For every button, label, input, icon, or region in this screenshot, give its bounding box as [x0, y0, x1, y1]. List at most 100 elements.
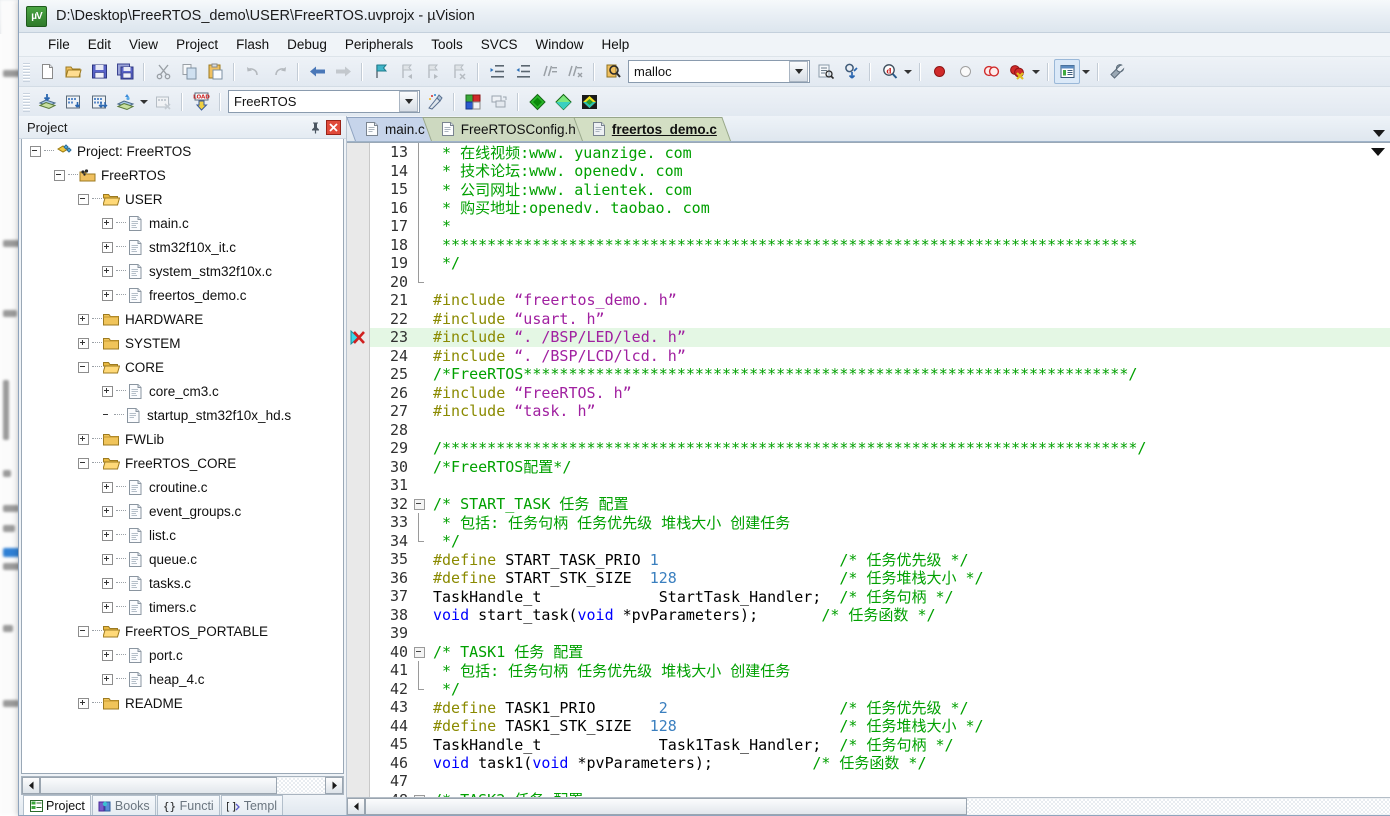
toolbar-grip[interactable] — [23, 91, 30, 112]
download-icon[interactable]: LOAD — [188, 89, 214, 114]
tree-item-system-stm32f10x-c[interactable]: system_stm32f10x.c — [22, 259, 343, 283]
breakpoint-disable-icon[interactable] — [952, 59, 978, 84]
tree-item-event-groups-c[interactable]: event_groups.c — [22, 499, 343, 523]
code-text[interactable]: * 包括: 任务句柄 任务优先级 堆栈大小 创建任务 — [429, 512, 1390, 533]
target-select-value[interactable]: FreeRTOS — [229, 94, 398, 109]
collapse-minus-icon[interactable] — [78, 361, 89, 373]
code-line[interactable]: 42 */ — [370, 679, 1390, 699]
indent-left-icon[interactable] — [510, 59, 536, 84]
tree-item-queue-c[interactable]: queue.c — [22, 547, 343, 571]
code-line[interactable]: 20 — [370, 272, 1390, 292]
paste-icon[interactable] — [202, 59, 228, 84]
code-line[interactable]: 15 * 公司网址:www. alientek. com — [370, 180, 1390, 199]
code-text[interactable]: #include “usart. h” — [429, 310, 1390, 328]
code-line[interactable]: 40/* TASK1 任务 配置 — [370, 643, 1390, 662]
search-input[interactable]: malloc — [629, 64, 788, 79]
code-line[interactable]: 17 * — [370, 217, 1390, 236]
target-options-icon[interactable] — [422, 89, 448, 114]
code-text[interactable]: void start_task(void *pvParameters); /* … — [429, 604, 1390, 625]
window-layout-icon[interactable] — [1054, 59, 1080, 84]
collapse-minus-icon[interactable] — [54, 169, 65, 181]
code-line[interactable]: 33 * 包括: 任务句柄 任务优先级 堆栈大小 创建任务 — [370, 513, 1390, 532]
code-line[interactable]: 14 * 技术论坛:www. openedv. com — [370, 161, 1390, 180]
tree-item-freertos-core[interactable]: FreeRTOS_CORE — [22, 451, 343, 475]
uncomment-icon[interactable] — [562, 59, 588, 84]
code-text[interactable]: #include “. /BSP/LCD/lcd. h” — [429, 347, 1390, 365]
code-text[interactable]: /*FreeRTOS******************************… — [429, 365, 1390, 383]
code-text[interactable]: * 购买地址:openedv. taobao. com — [429, 197, 1390, 218]
tree-item-system[interactable]: SYSTEM — [22, 331, 343, 355]
menu-tools[interactable]: Tools — [422, 35, 472, 54]
hscroll-left-button[interactable] — [22, 777, 40, 794]
menu-view[interactable]: View — [120, 35, 167, 54]
editor-tabs-overflow-arrow[interactable] — [1373, 130, 1385, 137]
code-hscroll-thumb[interactable] — [365, 798, 967, 815]
fold-collapse-icon[interactable] — [412, 495, 429, 514]
expand-plus-icon[interactable] — [78, 337, 89, 349]
editor-tab-freertos-demo-c[interactable]: freertos_demo.c — [573, 117, 731, 141]
code-hscroll-track[interactable] — [967, 799, 1390, 814]
multi-project-icon[interactable] — [486, 89, 512, 114]
menu-window[interactable]: Window — [526, 35, 592, 54]
incremental-find-icon[interactable] — [812, 59, 838, 84]
code-line[interactable]: 34 */ — [370, 531, 1390, 551]
expand-plus-icon[interactable] — [102, 385, 113, 397]
project-tree-hscrollbar[interactable] — [21, 776, 344, 795]
close-icon[interactable] — [324, 118, 342, 136]
configure-icon[interactable] — [1104, 59, 1130, 84]
tree-item-user[interactable]: USER — [22, 187, 343, 211]
build-icon[interactable] — [60, 89, 86, 114]
code-line[interactable]: 29 /*************************************… — [370, 439, 1390, 458]
code-text[interactable]: void task1(void *pvParameters); /* 任务函数 … — [429, 752, 1390, 773]
batch-build-icon[interactable] — [112, 89, 138, 114]
code-line[interactable]: 18 *************************************… — [370, 235, 1390, 254]
project-tree[interactable]: Project: FreeRTOS FreeRTOS USER main.c stm32… — [21, 139, 344, 774]
indent-right-icon[interactable] — [484, 59, 510, 84]
expand-plus-icon[interactable] — [102, 217, 113, 229]
expand-plus-icon[interactable] — [102, 241, 113, 253]
copy-icon[interactable] — [176, 59, 202, 84]
code-line[interactable]: 16 * 购买地址:openedv. taobao. com — [370, 197, 1390, 218]
code-text[interactable]: /* TASK2 任务 配置 — [429, 789, 1390, 797]
breakpoint-kill-all-icon[interactable] — [978, 59, 1004, 84]
code-text[interactable]: #include “task. h” — [429, 402, 1390, 420]
menu-debug[interactable]: Debug — [278, 35, 336, 54]
collapse-minus-icon[interactable] — [30, 145, 41, 157]
bookmark-toggle-icon[interactable] — [368, 59, 394, 84]
find-in-files-icon[interactable] — [600, 59, 626, 84]
hscroll-thumb[interactable] — [40, 777, 277, 794]
hscroll-right-button[interactable] — [325, 777, 343, 794]
expand-plus-icon[interactable] — [78, 697, 89, 709]
code-line[interactable]: 26 #include “FreeRTOS. h” — [370, 384, 1390, 403]
target-combo[interactable]: FreeRTOS — [228, 90, 420, 113]
find-icon[interactable] — [838, 59, 864, 84]
bookmark-next-icon[interactable] — [420, 59, 446, 84]
bookmark-clear-icon[interactable] — [446, 59, 472, 84]
navigate-back-icon[interactable] — [304, 59, 330, 84]
code-line[interactable]: 46 void task1(void *pvParameters); /* 任务函… — [370, 754, 1390, 773]
menu-flash[interactable]: Flash — [227, 35, 278, 54]
code-text[interactable]: /***************************************… — [429, 439, 1390, 457]
debug-magnifier-icon[interactable]: d — [876, 59, 902, 84]
window-layout-dropdown-arrow[interactable] — [1080, 60, 1092, 83]
collapse-minus-icon[interactable] — [78, 625, 89, 637]
expand-plus-icon[interactable] — [102, 601, 113, 613]
expand-plus-icon[interactable] — [102, 505, 113, 517]
code-text[interactable]: */ — [429, 532, 1390, 550]
collapse-minus-icon[interactable] — [78, 457, 89, 469]
batch-build-dropdown-arrow[interactable] — [138, 90, 150, 113]
fold-collapse-icon[interactable] — [412, 643, 429, 662]
tree-item-hardware[interactable]: HARDWARE — [22, 307, 343, 331]
tree-item-freertos-portable[interactable]: FreeRTOS_PORTABLE — [22, 619, 343, 643]
breakpoint-insert-icon[interactable] — [926, 59, 952, 84]
navigate-forward-icon[interactable] — [330, 59, 356, 84]
tree-item-timers-c[interactable]: timers.c — [22, 595, 343, 619]
code-line[interactable]: 21 #include “freertos_demo. h” — [370, 291, 1390, 310]
search-dropdown-button[interactable] — [789, 61, 808, 82]
collapse-minus-icon[interactable] — [78, 193, 89, 205]
open-file-icon[interactable] — [60, 59, 86, 84]
code-editor[interactable]: 13 * 在线视频:www. yuanzige. com 14 * 技术论坛:ww… — [347, 142, 1390, 797]
code-text[interactable]: */ — [429, 254, 1390, 272]
code-hscrollbar[interactable] — [347, 797, 1390, 815]
code-line[interactable]: 27 #include “task. h” — [370, 402, 1390, 421]
